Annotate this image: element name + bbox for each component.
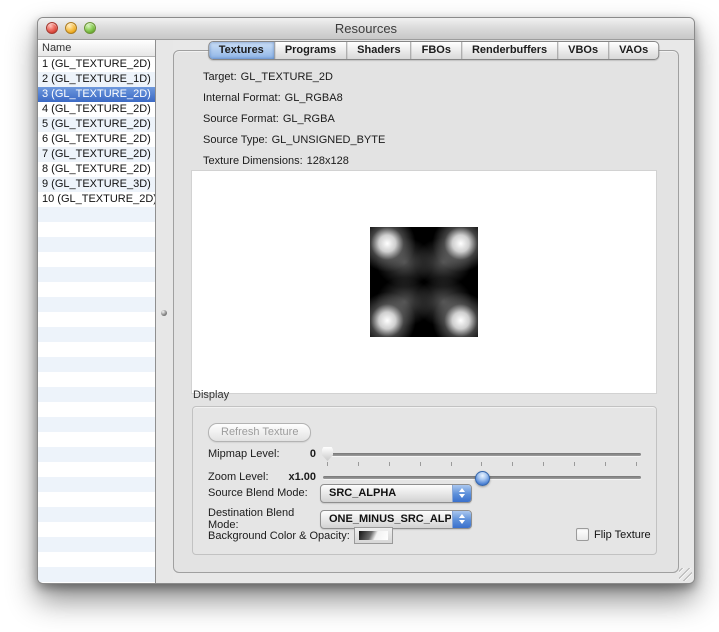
- list-item[interactable]: 2 (GL_TEXTURE_1D): [38, 72, 155, 87]
- list-item[interactable]: 9 (GL_TEXTURE_3D): [38, 177, 155, 192]
- empty-list-row: [38, 222, 155, 237]
- empty-list-row: [38, 297, 155, 312]
- list-item[interactable]: 4 (GL_TEXTURE_2D): [38, 102, 155, 117]
- flip-texture-checkbox[interactable]: [576, 528, 589, 541]
- texture-preview-area: [191, 170, 657, 394]
- flip-texture-label: Flip Texture: [594, 529, 651, 541]
- splitter-dimple-icon[interactable]: [161, 310, 167, 316]
- empty-list-row: [38, 477, 155, 492]
- sidebar-splitter[interactable]: [156, 40, 173, 583]
- tab-renderbuffers[interactable]: Renderbuffers: [461, 42, 557, 59]
- list-item[interactable]: 1 (GL_TEXTURE_2D): [38, 57, 155, 72]
- empty-list-row: [38, 417, 155, 432]
- texture-info: Target:GL_TEXTURE_2D Internal Format:GL_…: [203, 67, 385, 172]
- info-source-format: Source Format:GL_RGBA: [203, 109, 385, 130]
- mipmap-level-label: Mipmap Level:: [208, 448, 284, 460]
- destination-blend-dropdown[interactable]: ONE_MINUS_SRC_ALPHA: [320, 510, 472, 529]
- resize-grip[interactable]: [679, 568, 692, 581]
- empty-list-row: [38, 567, 155, 582]
- mipmap-level-row: Mipmap Level: 0: [208, 446, 641, 462]
- tab-bar: TexturesProgramsShadersFBOsRenderbuffers…: [208, 41, 659, 60]
- info-texture-dimensions: Texture Dimensions:128x128: [203, 151, 385, 172]
- textures-tab-panel: Target:GL_TEXTURE_2D Internal Format:GL_…: [173, 50, 679, 573]
- empty-list-row: [38, 447, 155, 462]
- info-source-type: Source Type:GL_UNSIGNED_BYTE: [203, 130, 385, 151]
- empty-list-row: [38, 237, 155, 252]
- list-item[interactable]: 6 (GL_TEXTURE_2D): [38, 132, 155, 147]
- empty-list-row: [38, 537, 155, 552]
- texture-image[interactable]: [370, 227, 478, 337]
- tab-fbos[interactable]: FBOs: [411, 42, 461, 59]
- popup-arrows-icon: [452, 485, 471, 502]
- destination-blend-row: Destination Blend Mode: ONE_MINUS_SRC_AL…: [208, 510, 641, 528]
- empty-list-row: [38, 207, 155, 222]
- empty-list-row: [38, 282, 155, 297]
- info-target: Target:GL_TEXTURE_2D: [203, 67, 385, 88]
- name-column-header[interactable]: Name: [38, 40, 155, 57]
- title-bar[interactable]: Resources: [38, 18, 694, 40]
- tab-vbos[interactable]: VBOs: [557, 42, 608, 59]
- refresh-texture-button[interactable]: Refresh Texture: [208, 423, 311, 442]
- source-blend-row: Source Blend Mode: SRC_ALPHA: [208, 484, 641, 502]
- empty-list-row: [38, 252, 155, 267]
- background-color-well[interactable]: [354, 527, 393, 544]
- resource-sidebar: Name 1 (GL_TEXTURE_2D)2 (GL_TEXTURE_1D)3…: [38, 40, 156, 583]
- empty-list-row: [38, 492, 155, 507]
- zoom-level-value: x1.00: [284, 471, 323, 483]
- mipmap-level-slider[interactable]: [323, 446, 641, 462]
- tab-programs[interactable]: Programs: [274, 42, 346, 59]
- source-blend-dropdown[interactable]: SRC_ALPHA: [320, 484, 472, 503]
- mipmap-level-value: 0: [284, 448, 323, 460]
- empty-list-row: [38, 372, 155, 387]
- list-item[interactable]: 10 (GL_TEXTURE_2D): [38, 192, 155, 207]
- display-group-box: Refresh Texture Mipmap Level: 0 Zoom: [192, 406, 657, 555]
- main-panel: TexturesProgramsShadersFBOsRenderbuffers…: [173, 40, 694, 583]
- display-section-label: Display: [193, 389, 229, 401]
- opacity-gradient-swatch: [359, 531, 388, 540]
- empty-list-row: [38, 522, 155, 537]
- popup-arrows-icon: [452, 511, 471, 528]
- zoom-level-row: Zoom Level: x1.00: [208, 469, 641, 485]
- empty-list-row: [38, 387, 155, 402]
- resources-window: Resources Name 1 (GL_TEXTURE_2D)2 (GL_TE…: [37, 17, 695, 584]
- empty-list-row: [38, 342, 155, 357]
- empty-list-row: [38, 507, 155, 522]
- texture-list: 1 (GL_TEXTURE_2D)2 (GL_TEXTURE_1D)3 (GL_…: [38, 57, 155, 583]
- mipmap-slider-ticks: [327, 462, 637, 466]
- mipmap-slider-thumb[interactable]: [322, 447, 333, 461]
- zoom-level-label: Zoom Level:: [208, 471, 284, 483]
- empty-list-row: [38, 402, 155, 417]
- source-blend-label: Source Blend Mode:: [208, 487, 320, 499]
- tab-textures[interactable]: Textures: [209, 42, 274, 59]
- list-item[interactable]: 7 (GL_TEXTURE_2D): [38, 147, 155, 162]
- window-title: Resources: [38, 18, 694, 39]
- empty-list-row: [38, 462, 155, 477]
- zoom-level-slider[interactable]: [323, 469, 641, 485]
- tab-vaos[interactable]: VAOs: [608, 42, 658, 59]
- flip-texture-control: Flip Texture: [576, 528, 651, 541]
- list-item[interactable]: 5 (GL_TEXTURE_2D): [38, 117, 155, 132]
- tab-shaders[interactable]: Shaders: [346, 42, 410, 59]
- background-color-label: Background Color & Opacity:: [208, 530, 350, 542]
- empty-list-row: [38, 312, 155, 327]
- list-item[interactable]: 8 (GL_TEXTURE_2D): [38, 162, 155, 177]
- empty-list-row: [38, 357, 155, 372]
- empty-list-row: [38, 432, 155, 447]
- empty-list-row: [38, 267, 155, 282]
- list-item[interactable]: 3 (GL_TEXTURE_2D): [38, 87, 155, 102]
- mipmap-slider-track[interactable]: [323, 453, 641, 456]
- info-internal-format: Internal Format:GL_RGBA8: [203, 88, 385, 109]
- empty-list-row: [38, 552, 155, 567]
- empty-list-row: [38, 327, 155, 342]
